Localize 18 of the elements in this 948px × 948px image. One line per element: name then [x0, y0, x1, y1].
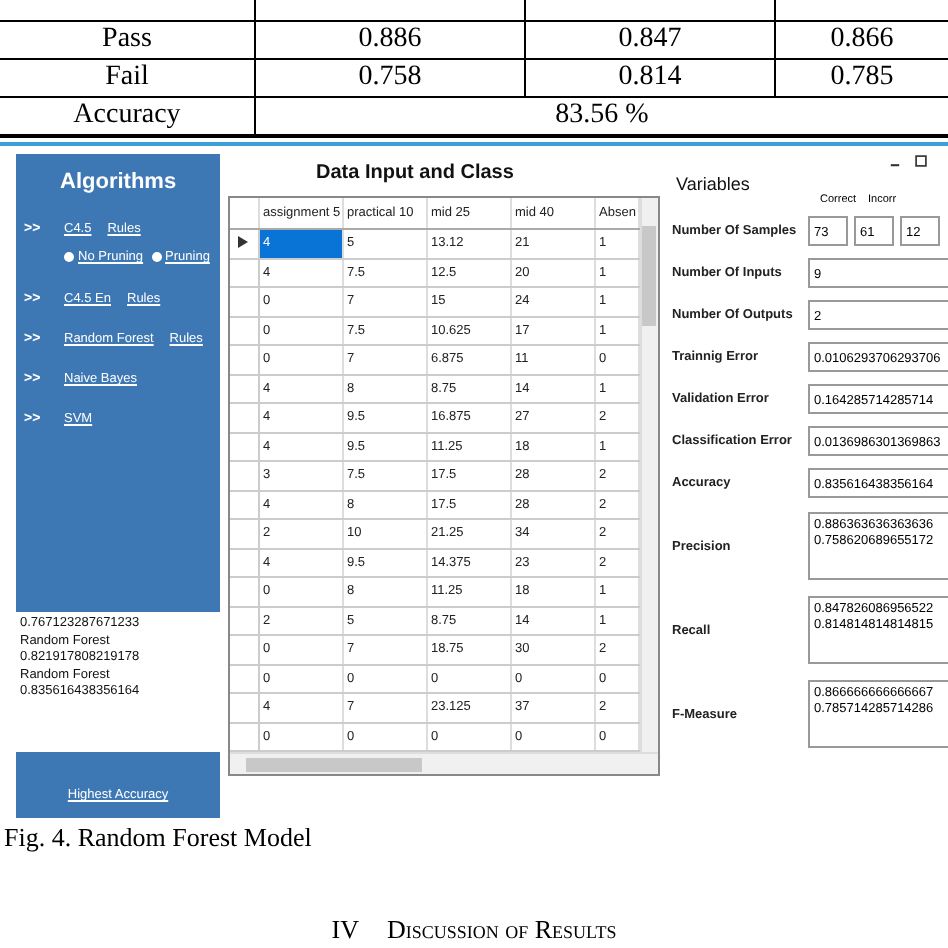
maximize-icon[interactable]: [914, 153, 928, 167]
grid-title: Data Input and Class: [316, 162, 516, 184]
group-title: Variables: [676, 174, 752, 194]
horizontal-scrollbar[interactable]: [230, 752, 658, 774]
figure-caption: Fig. 4. Random Forest Model: [4, 822, 314, 854]
table-cell: 0.866: [776, 22, 948, 60]
table-cell: Accuracy: [0, 98, 256, 136]
section-heading: IV Discussion of Results: [329, 914, 619, 948]
table-cell: 0.785: [776, 60, 948, 98]
table-cell: 0.758: [256, 60, 526, 98]
table-cell: 0.886: [256, 22, 526, 60]
table-cell: Fail: [0, 60, 256, 98]
table-cell: 0.847: [526, 22, 776, 60]
table-cell: Pass: [0, 22, 256, 60]
row-pointer-icon: [238, 235, 248, 248]
table-cell: 0.814: [526, 60, 776, 98]
sidebar-title: Algorithms: [60, 170, 179, 194]
table-cell: 83.56 %: [256, 98, 948, 136]
